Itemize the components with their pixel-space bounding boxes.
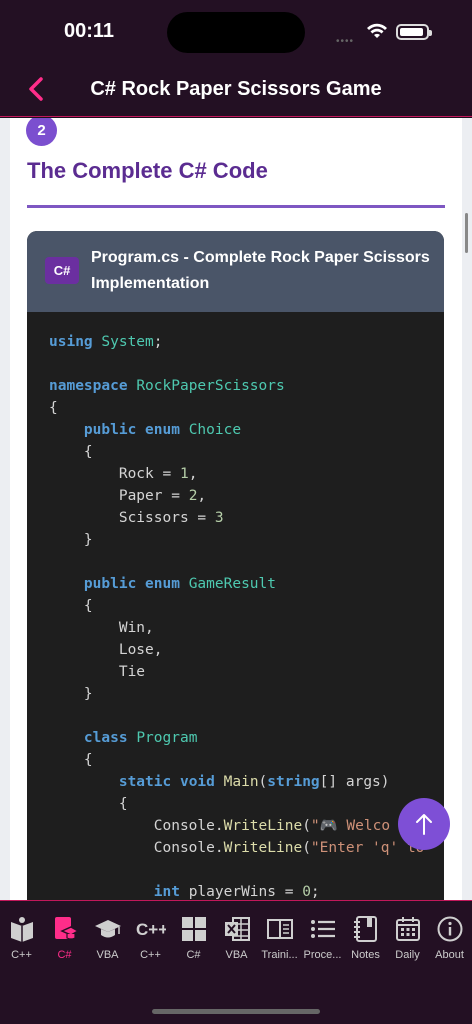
svg-text:C++: C++	[136, 920, 166, 939]
tab-bar: C++ C# VBA C++ C++ C# VBA Traini... Proc…	[0, 900, 472, 1024]
tab-csharp-2[interactable]: C#	[172, 915, 215, 961]
language-badge: C#	[45, 257, 79, 284]
section-title: The Complete C# Code	[27, 158, 268, 183]
status-bar: 00:11 ••••	[0, 0, 472, 62]
tab-vba-2[interactable]: VBA	[215, 915, 258, 961]
arrow-up-icon	[416, 814, 432, 835]
tab-label: C#	[186, 949, 201, 961]
code-file-title: Program.cs - Complete Rock Paper Scissor…	[91, 249, 430, 292]
book-icon	[10, 917, 33, 942]
cellular-signal-icon: ••••	[336, 36, 355, 47]
section-divider	[27, 205, 445, 208]
tab-label: About	[435, 949, 464, 961]
nav-bar: C# Rock Paper Scissors Game	[0, 62, 472, 117]
tab-vba[interactable]: VBA	[86, 915, 129, 961]
list-icon	[310, 920, 335, 938]
excel-icon	[224, 917, 250, 941]
windows-icon	[181, 917, 206, 941]
tab-label: C++	[140, 949, 161, 961]
tab-label: VBA	[96, 949, 119, 961]
tab-cpp[interactable]: C++	[0, 915, 43, 961]
graduation-cap-icon	[94, 920, 121, 938]
scrollbar-thumb[interactable]	[465, 213, 468, 253]
code-content: using System; namespace RockPaperScissor…	[49, 334, 425, 900]
tab-cpp-2[interactable]: C++ C++	[129, 915, 172, 961]
tab-label: Notes	[351, 949, 380, 961]
wifi-icon	[367, 23, 387, 38]
tab-csharp-active[interactable]: C#	[43, 915, 86, 961]
tab-procedures[interactable]: Proce...	[301, 915, 344, 961]
tab-label: Proce...	[303, 949, 342, 961]
training-icon	[266, 919, 293, 939]
page-title: C# Rock Paper Scissors Game	[90, 78, 382, 100]
status-time: 00:11	[64, 20, 115, 42]
tab-label: Daily	[395, 949, 420, 961]
info-icon	[437, 916, 462, 942]
notebook-icon	[353, 916, 377, 942]
dynamic-island	[167, 12, 305, 53]
tab-label: C#	[57, 949, 72, 961]
code-block-header: C# Program.cs - Complete Rock Paper Scis…	[27, 231, 444, 312]
code-block: C# Program.cs - Complete Rock Paper Scis…	[27, 231, 444, 900]
cplusplus-icon: C++	[136, 920, 166, 939]
tab-about[interactable]: About	[428, 915, 471, 961]
tab-training[interactable]: Traini...	[258, 915, 301, 961]
home-indicator	[152, 1009, 320, 1014]
scroll-to-top-button[interactable]	[398, 798, 450, 850]
step-badge: 2	[26, 118, 57, 146]
tab-notes[interactable]: Notes	[344, 915, 387, 961]
tab-label: C++	[11, 949, 32, 961]
graduation-book-icon	[54, 917, 79, 940]
tab-daily[interactable]: Daily	[386, 915, 429, 961]
section-card: 2 The Complete C# Code C# Program.cs - C…	[10, 118, 462, 900]
content-scroll-area[interactable]: 2 The Complete C# Code C# Program.cs - C…	[0, 118, 472, 900]
tab-label: VBA	[225, 949, 248, 961]
battery-icon	[396, 24, 432, 40]
tab-label: Traini...	[261, 949, 298, 961]
calendar-icon	[395, 917, 420, 941]
